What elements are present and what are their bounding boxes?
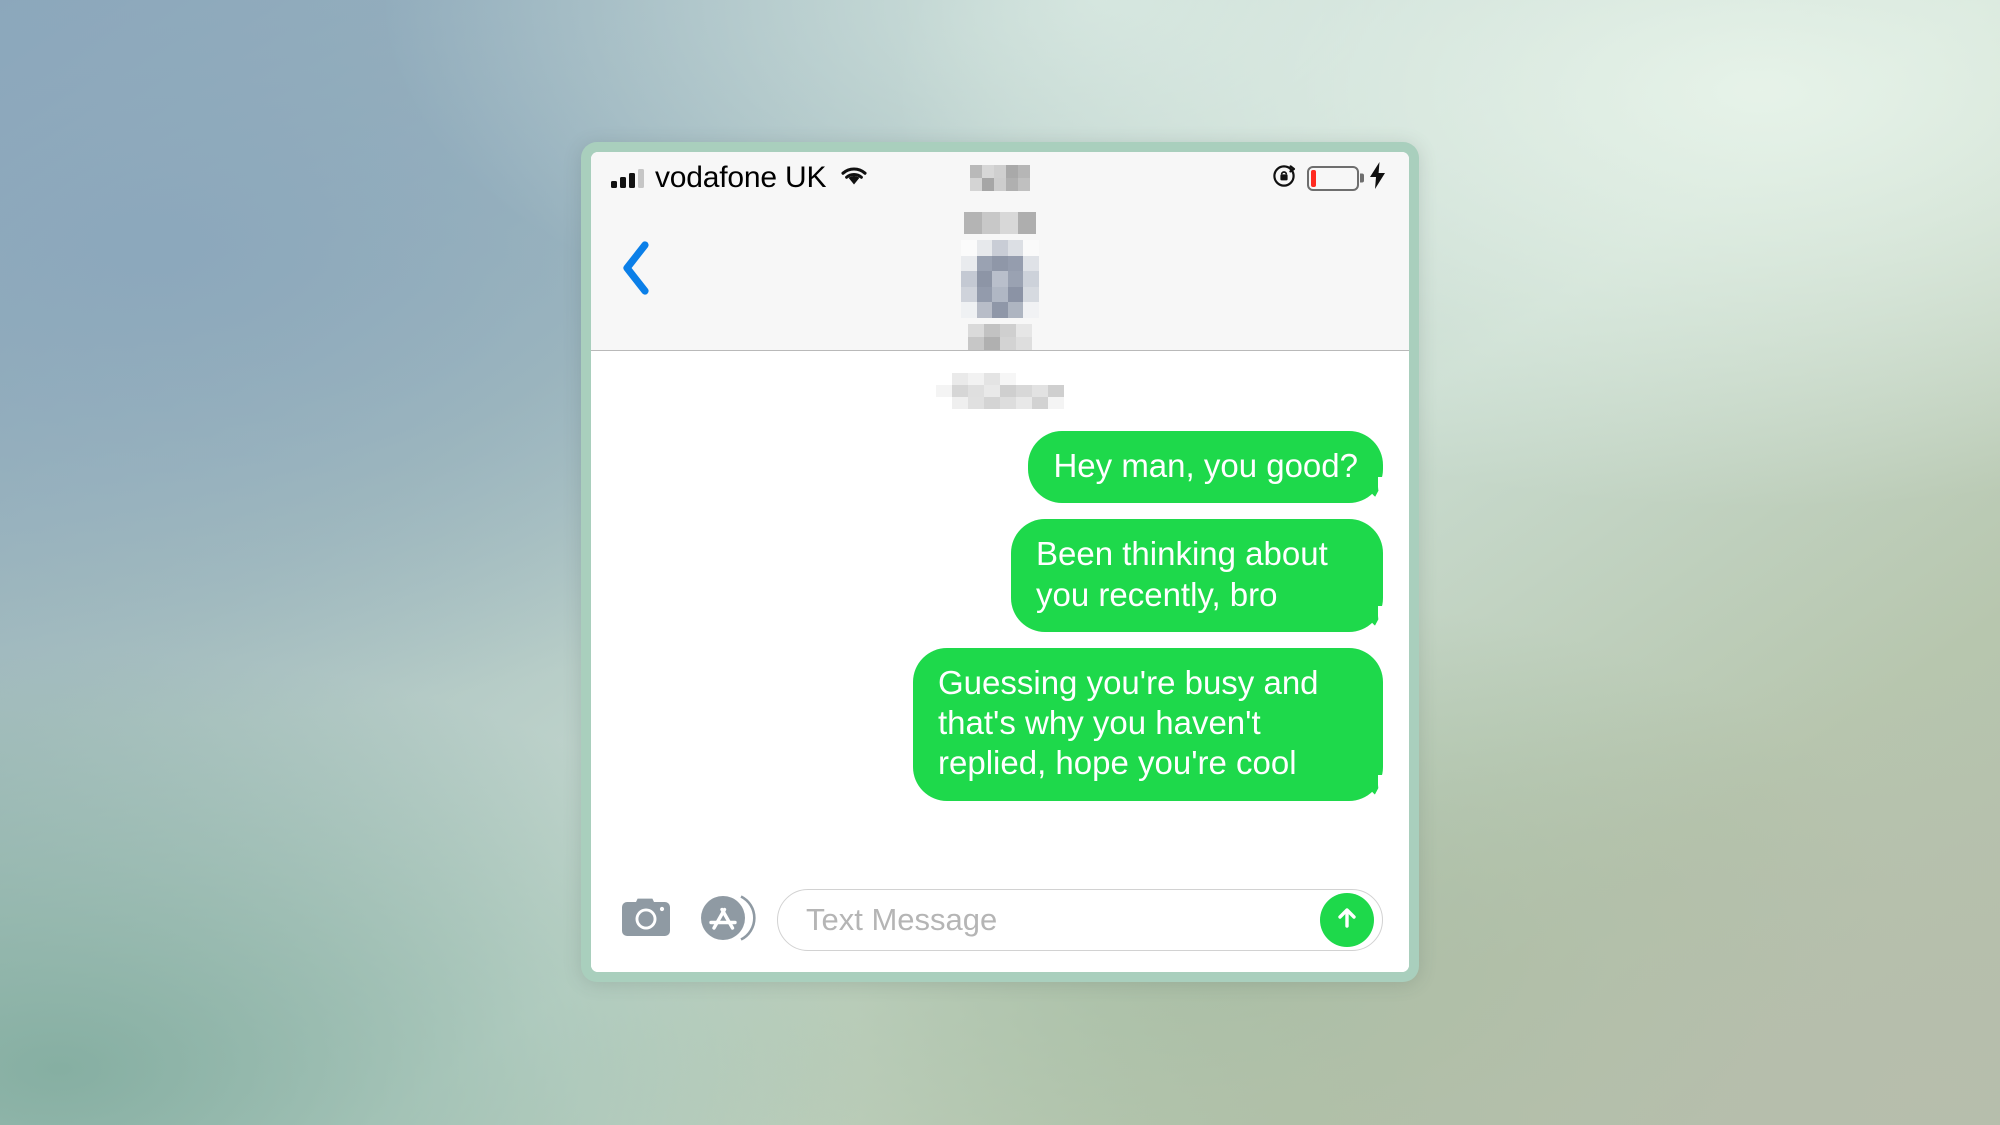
status-bar-right [1271, 162, 1387, 194]
carrier-label: vodafone UK [655, 161, 827, 194]
rotation-lock-icon [1271, 162, 1298, 194]
camera-button[interactable] [617, 894, 675, 947]
message-bubble-outgoing[interactable]: Been thinking about you recently, bro [1011, 519, 1394, 632]
battery-icon [1307, 165, 1359, 191]
censored-contact-name [968, 324, 1032, 350]
contact-info[interactable] [591, 212, 1409, 350]
conversation-header [591, 204, 1409, 351]
message-row: Been thinking about you recently, bro [617, 519, 1394, 632]
status-bar: vodafone UK [591, 152, 1409, 204]
app-store-icon [695, 889, 757, 952]
phone-screen: vodafone UK Hey man, you good? Been thin… [591, 152, 1409, 972]
message-composer: Text Message [591, 868, 1409, 972]
status-bar-left: vodafone UK [611, 161, 869, 195]
lightning-bolt-icon [1368, 162, 1387, 194]
censored-timestamp [936, 373, 1064, 409]
message-input-placeholder: Text Message [806, 902, 998, 937]
message-row: Guessing you're busy and that's why you … [617, 647, 1394, 801]
arrow-up-icon [1332, 903, 1362, 938]
wifi-icon [839, 164, 869, 192]
message-input[interactable]: Text Message [777, 889, 1383, 951]
timestamp-row [617, 373, 1383, 409]
message-list: Hey man, you good? Been thinking about y… [591, 351, 1409, 868]
camera-icon [617, 894, 675, 947]
message-bubble-outgoing[interactable]: Hey man, you good? [1028, 431, 1394, 504]
avatar [961, 240, 1039, 318]
phone-frame: vodafone UK Hey man, you good? Been thin… [581, 142, 1419, 982]
message-bubble-outgoing[interactable]: Guessing you're busy and that's why you … [913, 647, 1394, 801]
send-button[interactable] [1320, 893, 1374, 947]
app-store-button[interactable] [695, 889, 757, 952]
signal-strength-icon [611, 168, 644, 188]
censored-clock-label [970, 165, 1030, 191]
censored-contact-status [964, 212, 1036, 234]
message-row: Hey man, you good? [617, 431, 1394, 504]
